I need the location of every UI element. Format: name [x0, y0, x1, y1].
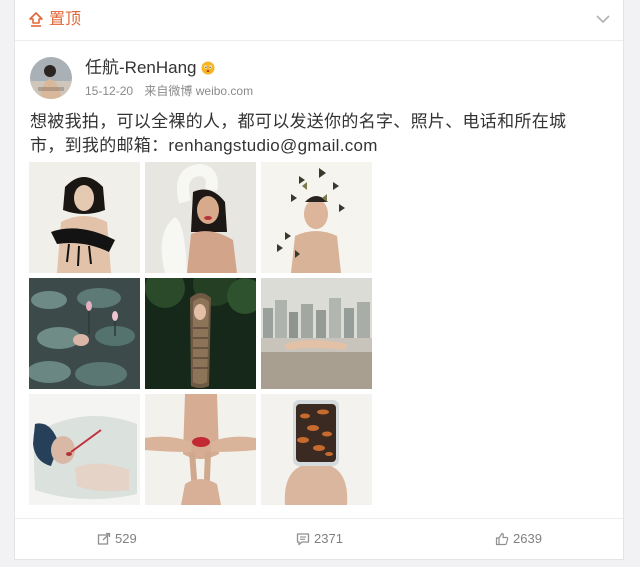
repost-icon [97, 532, 111, 545]
comment-count: 2371 [314, 531, 343, 546]
post-source: 来自微博 weibo.com [144, 84, 254, 98]
like-count: 2639 [513, 531, 542, 546]
avatar[interactable] [30, 57, 72, 99]
photo-rooftop-city[interactable] [261, 278, 372, 389]
photo-hands-face[interactable] [145, 394, 256, 505]
photo-woman-white-swan[interactable] [145, 162, 256, 273]
photo-woman-black-swan[interactable] [29, 162, 140, 273]
photo-bath-woman[interactable] [29, 394, 140, 505]
post-date[interactable]: 15-12-20 [85, 84, 133, 98]
post-text: 想被我拍，可以全裸的人，都可以发送你的名字、照片、电话和所在城市，到我的邮箱：r… [30, 112, 567, 155]
weibo-post-card: 置顶 任航-RenHang 15-12-20 来自微博 weibo.com 想被… [14, 0, 624, 560]
action-bar: 529 2371 2639 [15, 518, 623, 559]
photo-lily-pads[interactable] [29, 278, 140, 389]
photo-boat-trees[interactable] [145, 278, 256, 389]
author-name[interactable]: 任航-RenHang [85, 57, 197, 79]
comment-icon [296, 533, 310, 546]
thumbs-up-icon [495, 532, 509, 546]
photo-fish-jar[interactable] [261, 394, 372, 505]
repost-count: 529 [115, 531, 137, 546]
pin-icon [29, 12, 43, 27]
photo-man-butterflies[interactable] [261, 162, 372, 273]
emoji-face-icon [201, 61, 215, 75]
pinned-header[interactable]: 置顶 [15, 0, 623, 41]
photo-grid [29, 162, 377, 507]
post-meta: 15-12-20 来自微博 weibo.com [85, 83, 261, 99]
chevron-down-icon[interactable] [595, 13, 611, 25]
pinned-label: 置顶 [49, 11, 82, 28]
